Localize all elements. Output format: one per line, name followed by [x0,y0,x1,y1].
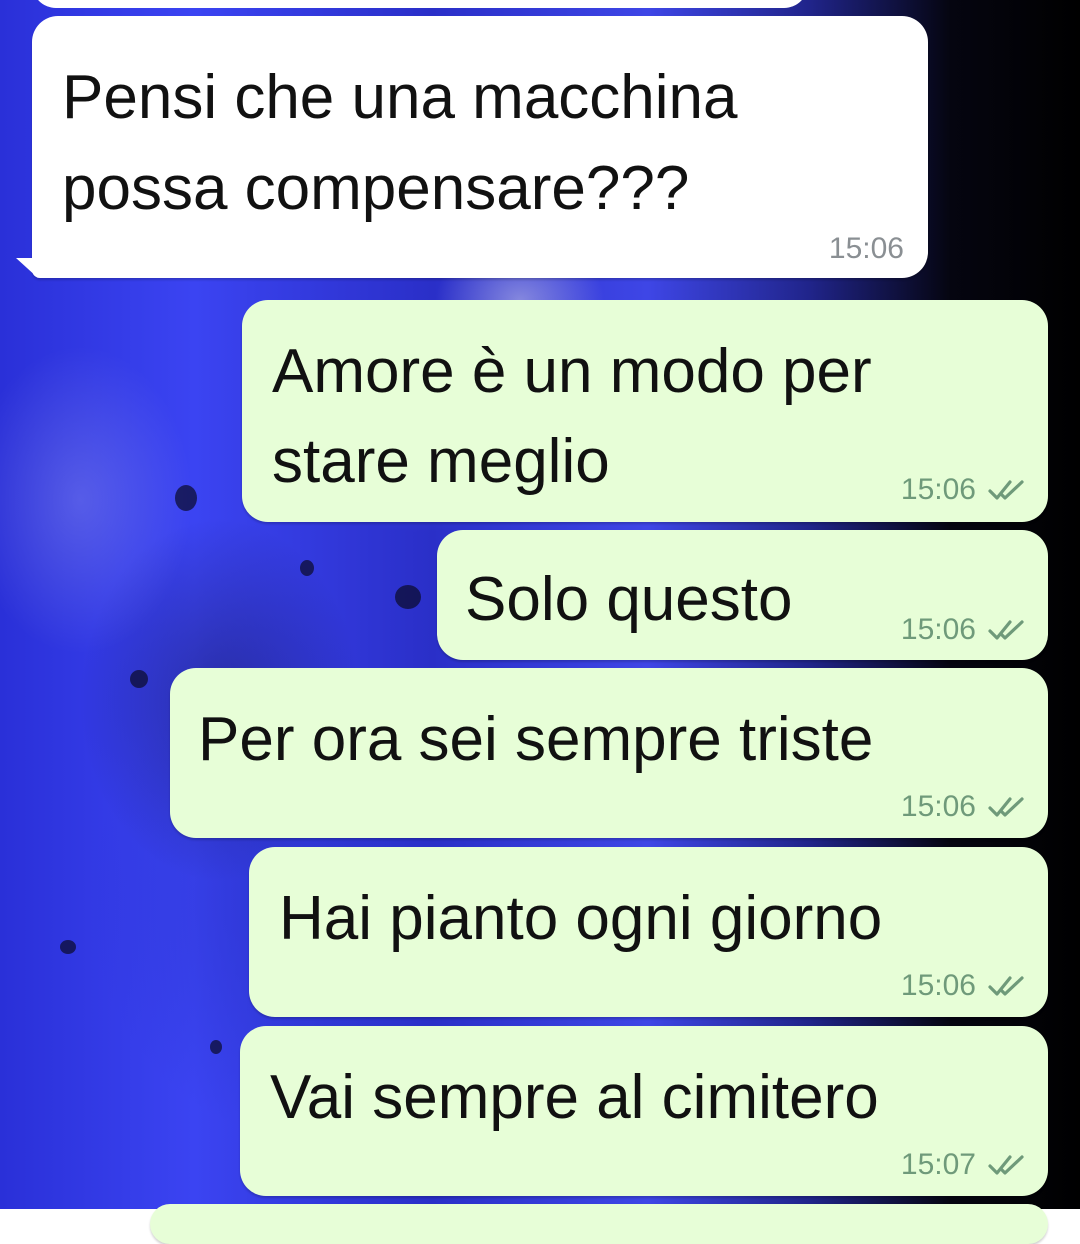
message-text: Per ora sei sempre triste [198,705,874,774]
wallpaper-speck [175,485,197,511]
read-double-check-icon [988,1155,1024,1175]
message-bubble-outgoing[interactable]: Vai sempre al cimitero 15:07 [240,1026,1048,1196]
message-time: 15:07 [900,1148,976,1181]
message-text: Amore è un modo per [272,337,872,406]
read-double-check-icon [988,976,1024,996]
message-meta: 15:07 [901,1150,1028,1180]
read-double-check-icon [988,620,1024,640]
read-double-check-icon [988,797,1024,817]
message-time: 15:06 [900,790,976,823]
message-bubble-outgoing[interactable]: Per ora sei sempre triste 15:06 [170,668,1048,838]
previous-message-bubble[interactable] [32,0,808,8]
message-text: Vai sempre al cimitero [270,1063,879,1132]
next-message-bubble[interactable] [150,1204,1048,1244]
message-text: possa compensare??? [62,154,690,223]
bubble-tail [16,258,38,278]
message-meta: 15:06 [901,792,1028,822]
message-text: Pensi che una macchina [62,63,738,132]
message-time: 15:06 [828,232,904,265]
wallpaper-speck [300,560,314,576]
message-text: Solo questo [465,565,793,634]
read-double-check-icon [988,480,1024,500]
message-text: Hai pianto ogni giorno [279,884,883,953]
wallpaper-speck [210,1040,222,1054]
message-time: 15:06 [900,473,976,506]
wallpaper-speck [60,940,76,954]
message-meta: 15:06 [901,615,1028,645]
message-time: 15:06 [900,969,976,1002]
wallpaper-speck [395,585,421,609]
message-time: 15:06 [900,613,976,646]
message-meta: 15:06 [901,475,1028,505]
message-bubble-outgoing[interactable]: Solo questo 15:06 [437,530,1048,660]
message-meta: 15:06 [901,971,1028,1001]
message-text: stare meglio [272,427,610,496]
message-bubble-incoming[interactable]: Pensi che una macchina possa compensare?… [32,16,928,278]
message-bubble-outgoing[interactable]: Amore è un modo per stare meglio 15:06 [242,300,1048,522]
message-meta: 15:06 [829,234,904,264]
wallpaper-speck [130,670,148,688]
message-bubble-outgoing[interactable]: Hai pianto ogni giorno 15:06 [249,847,1048,1017]
